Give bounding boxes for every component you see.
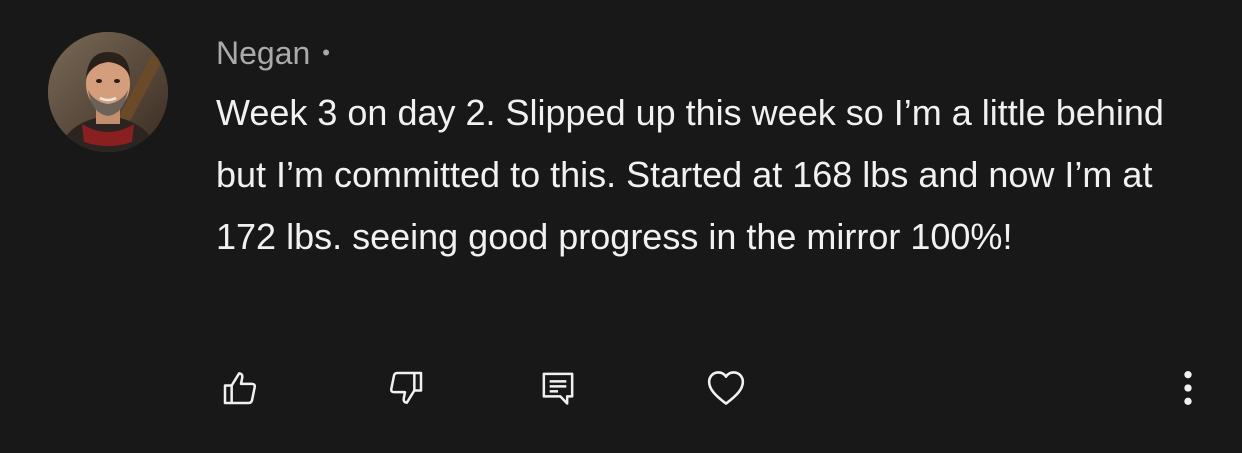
heart-icon — [707, 371, 745, 405]
thumbs-up-icon — [223, 372, 257, 405]
comment-header: Negan • — [216, 32, 330, 74]
author-name[interactable]: Negan — [216, 32, 310, 74]
like-button[interactable] — [216, 364, 264, 412]
separator-dot: • — [322, 40, 330, 65]
more-options-button[interactable] — [1166, 364, 1210, 412]
avatar-image — [48, 32, 168, 152]
comment-card: Negan • Week 3 on day 2. Slipped up this… — [0, 0, 1242, 453]
reply-button[interactable] — [534, 364, 582, 412]
dislike-button[interactable] — [382, 364, 430, 412]
thumbs-down-icon — [389, 371, 423, 404]
heart-button[interactable] — [702, 364, 750, 412]
more-vertical-icon — [1184, 371, 1192, 405]
comment-reply-icon — [542, 372, 574, 405]
avatar[interactable] — [48, 32, 168, 152]
comment-text: Week 3 on day 2. Slipped up this week so… — [216, 92, 1164, 257]
